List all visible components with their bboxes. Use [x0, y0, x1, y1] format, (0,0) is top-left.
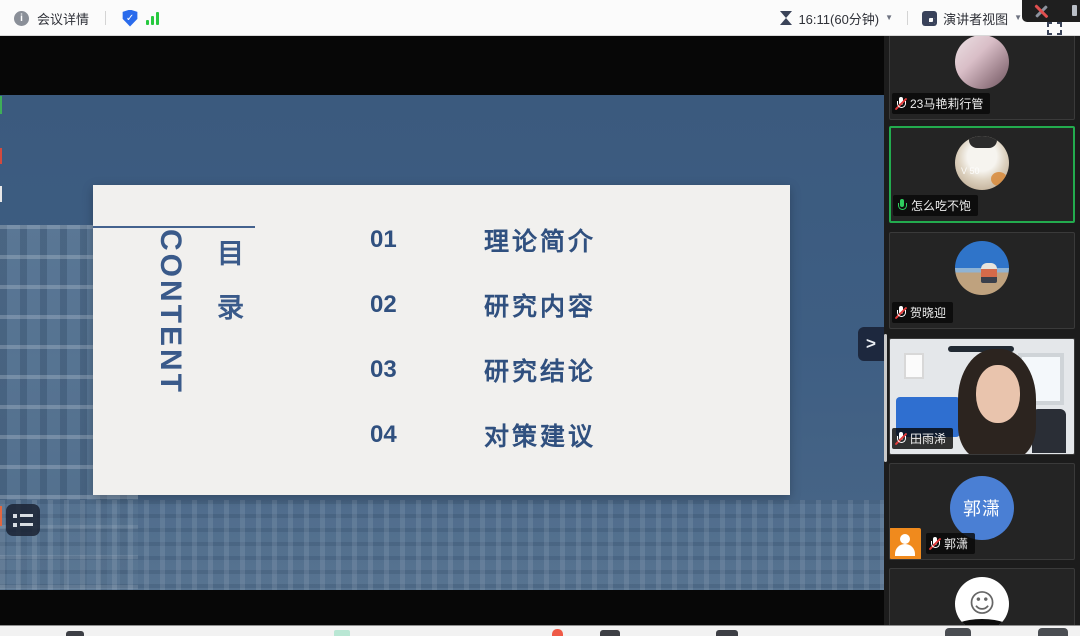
participant-name: 贺晓迎	[910, 304, 946, 321]
edge-artifact	[0, 506, 2, 526]
shared-screen-area: CONTENT 目录 01 理论简介 02 研究内容 03 研究结论	[0, 36, 884, 625]
participant-tile[interactable]: ☺	[889, 568, 1075, 625]
participant-name-tag: 怎么吃不饱	[893, 195, 978, 216]
toc-card: CONTENT 目录 01 理论简介 02 研究内容 03 研究结论	[93, 185, 790, 495]
info-icon: i	[14, 11, 29, 26]
participant-name: 怎么吃不饱	[911, 197, 971, 214]
avatar-initials: 郭潇	[963, 495, 1001, 521]
toc-item-number: 02	[370, 291, 422, 319]
topbar-left-group: i 会议详情 ✓	[14, 0, 159, 36]
meeting-details-button[interactable]: 会议详情	[37, 9, 89, 28]
presentation-slide: CONTENT 目录 01 理论简介 02 研究内容 03 研究结论	[0, 95, 884, 590]
participant-tile[interactable]: 贺晓迎	[889, 232, 1075, 329]
divider	[105, 11, 106, 25]
toc-title-en: CONTENT	[153, 229, 187, 405]
toolbar-icon-partial[interactable]	[945, 628, 971, 636]
toc-title-cn: 目录	[209, 239, 248, 347]
next-page-button[interactable]: >	[858, 327, 884, 361]
top-toolbar: i 会议详情 ✓ 16:11(60分钟) ▼ 演讲者视图 ▼	[0, 0, 1080, 36]
partial-toolbar-icon	[1072, 5, 1077, 16]
avatar	[955, 36, 1009, 89]
accent-line	[93, 226, 255, 228]
toc-item-title: 理论简介	[484, 222, 596, 258]
meeting-window: i 会议详情 ✓ 16:11(60分钟) ▼ 演讲者视图 ▼	[0, 0, 1080, 636]
bottom-toolbar-cutoff	[0, 625, 1080, 636]
mic-muted-icon	[930, 537, 940, 551]
floating-annotation-toolbar	[1022, 0, 1080, 22]
host-badge-icon	[889, 528, 921, 560]
toc-item: 02 研究内容	[370, 292, 596, 318]
participant-name: 田雨浠	[910, 430, 946, 447]
mic-muted-icon	[896, 97, 906, 111]
toc-item: 01 理论简介	[370, 227, 596, 253]
view-mode-button[interactable]: 演讲者视图	[943, 9, 1008, 28]
sidebar-scrollbar[interactable]	[884, 334, 887, 462]
toolbar-icon-partial[interactable]	[334, 630, 350, 636]
list-icon	[13, 523, 40, 527]
mic-muted-icon	[896, 432, 906, 446]
avatar: 郭潇	[950, 476, 1014, 540]
participant-name: 23马艳莉行管	[910, 95, 983, 112]
avatar	[955, 241, 1009, 295]
toc-item-title: 研究结论	[484, 352, 596, 388]
avatar: ☺	[955, 577, 1009, 625]
participant-tile-video[interactable]: 田雨浠	[889, 338, 1075, 455]
mic-muted-icon	[896, 306, 906, 320]
participant-tile[interactable]: 郭潇 郭潇	[889, 463, 1075, 560]
security-shield-icon[interactable]: ✓	[122, 10, 138, 27]
toolbar-icon-partial[interactable]	[716, 630, 738, 636]
network-signal-icon[interactable]	[146, 12, 159, 25]
toolbar-icon-partial[interactable]	[600, 630, 620, 636]
view-dropdown-icon[interactable]: ▼	[1014, 14, 1022, 22]
edge-artifact	[0, 96, 2, 114]
participant-name-tag: 贺晓迎	[892, 302, 953, 323]
topbar-right-group: 16:11(60分钟) ▼ 演讲者视图 ▼	[780, 0, 1022, 36]
toc-item-title: 研究内容	[484, 287, 596, 323]
mic-on-icon	[897, 199, 907, 213]
smiley-avatar: ☺	[955, 577, 1009, 625]
list-icon	[13, 514, 40, 518]
toolbar-icon-partial[interactable]	[1038, 628, 1068, 636]
speaker-view-icon	[922, 11, 937, 26]
participants-sidebar: 23马艳莉行管 V 50 怎么吃不饱 贺晓迎	[884, 36, 1080, 625]
edge-artifact	[0, 148, 2, 164]
meeting-timer: 16:11(60分钟)	[798, 9, 879, 28]
fullscreen-icon[interactable]	[1047, 22, 1062, 35]
participant-tile[interactable]: 23马艳莉行管	[889, 36, 1075, 120]
toolbar-icon-partial[interactable]	[66, 631, 84, 636]
background-campus	[0, 500, 884, 590]
toc-item: 03 研究结论	[370, 357, 596, 383]
toc-item-number: 04	[370, 421, 422, 449]
toc-item-title: 对策建议	[484, 417, 596, 453]
avatar: V 50	[955, 136, 1009, 190]
timer-dropdown-icon[interactable]: ▼	[885, 14, 893, 22]
agenda-list-button[interactable]	[6, 504, 40, 536]
toc-item-number: 03	[370, 356, 422, 384]
edge-artifact	[0, 186, 2, 202]
divider	[907, 11, 908, 25]
participant-tile-active-speaker[interactable]: V 50 怎么吃不饱	[889, 126, 1075, 223]
toc-list: 01 理论简介 02 研究内容 03 研究结论 04 对策建议	[370, 227, 596, 448]
hourglass-icon	[780, 11, 792, 25]
toolbar-icon-partial[interactable]	[552, 629, 563, 636]
participant-name-tag: 23马艳莉行管	[892, 93, 990, 114]
participant-name: 郭潇	[944, 535, 968, 552]
annotation-disabled-icon[interactable]	[1034, 4, 1048, 18]
toc-item-number: 01	[370, 226, 422, 254]
participant-name-tag: 田雨浠	[892, 428, 953, 449]
participant-name-tag: 郭潇	[926, 533, 975, 554]
toc-item: 04 对策建议	[370, 422, 596, 448]
avatar-watermark: V 50	[961, 166, 980, 176]
